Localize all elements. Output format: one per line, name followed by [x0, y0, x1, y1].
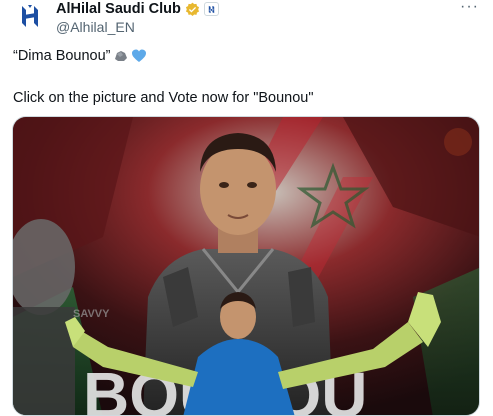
blue-heart-icon [131, 49, 146, 62]
tweet-text-line2: Click on the picture and Vote now for "B… [13, 90, 314, 106]
handle[interactable]: @Alhilal_EN [56, 19, 456, 35]
affiliate-badge-icon[interactable] [203, 2, 219, 16]
tweet-header: AlHilal Saudi Club @Alhilal_EN [56, 0, 456, 35]
rock-icon [114, 51, 127, 61]
tweet-media-image[interactable]: BOUNOU SAVVY [12, 116, 480, 416]
verified-badge-icon [185, 2, 199, 16]
alhilal-logo-icon [22, 5, 38, 27]
tweet[interactable]: AlHilal Saudi Club @Alhilal_EN ··· “Dima… [0, 0, 493, 416]
shirt-text: SAVVY [73, 308, 110, 320]
quote-text: “Dima Bounou” [13, 48, 111, 64]
more-options-button[interactable]: ··· [460, 0, 479, 15]
tweet-text-line1: “Dima Bounou” [13, 48, 147, 64]
display-name[interactable]: AlHilal Saudi Club [56, 1, 181, 17]
alhilal-logo-avatar[interactable] [12, 0, 48, 32]
bounou-poster-image: BOUNOU SAVVY [13, 117, 479, 415]
